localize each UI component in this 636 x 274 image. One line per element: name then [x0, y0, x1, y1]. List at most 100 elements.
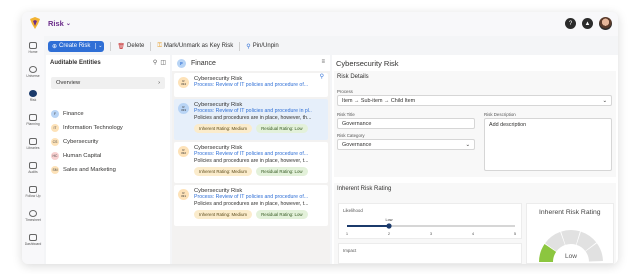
filter-icon[interactable]: ⚲ [153, 59, 157, 66]
rail-label: Risk [29, 98, 37, 102]
help-icon[interactable]: ? [565, 18, 576, 29]
risk-title-input[interactable]: Governance [337, 118, 475, 129]
impact-box: Impact [338, 243, 522, 264]
process-dropdown[interactable]: Item → Sub-item → Child Item ⌄ [337, 95, 612, 106]
entity-badge: CS [51, 138, 59, 146]
rating-chips: Inherent Rating: Medium Residual Rating:… [194, 124, 325, 133]
planning-icon [29, 114, 37, 121]
risk-card[interactable]: R 334 Cybersecurity Risk Process: Review… [174, 73, 328, 97]
entity-item-it[interactable]: IT Information Technology [51, 123, 123, 133]
entity-item-human-capital[interactable]: HC Human Capital [51, 151, 101, 161]
notification-bell-icon[interactable]: ▲ [582, 18, 593, 29]
audit-icon [29, 162, 37, 169]
risk-id-badge: R 332 [178, 146, 189, 157]
risk-title-label: Risk Title [337, 112, 355, 117]
divider [150, 41, 152, 51]
divider [110, 41, 112, 51]
chevron-down-icon: ⌄ [465, 141, 470, 148]
process-label: Process [337, 89, 353, 94]
entity-badge: IT [51, 124, 59, 132]
module-title: Risk [48, 19, 64, 28]
entity-item-finance[interactable]: F Finance [51, 109, 84, 119]
risk-card-description: Policies and procedures are in place, ho… [194, 158, 309, 164]
pin-button[interactable]: ⚲ Pin/Unpin [246, 43, 278, 50]
nav-rail: Home Universe Risk Planning Libraries Au… [22, 36, 44, 264]
risk-list-panel: F Finance ≡ R 334 Cybersecurity Risk Pro… [172, 55, 330, 264]
rail-item-timesheet[interactable]: Timesheet [22, 210, 44, 222]
follow-up-icon [29, 186, 37, 193]
slider-tooltip: Low [386, 218, 393, 222]
slider-tick-label: 4 [472, 231, 475, 236]
inherent-rating-chip: Inherent Rating: Medium [194, 167, 253, 176]
create-risk-button[interactable]: ⊕ Create Risk ⌄ [48, 40, 105, 52]
entities-actions: ⚲ ◫ [153, 59, 166, 66]
risk-card[interactable]: R 332 Cybersecurity Risk Process: Review… [174, 142, 328, 183]
rail-item-audits[interactable]: Audits [22, 162, 44, 174]
likelihood-slider[interactable]: 1 2 3 4 5 Low [339, 212, 523, 238]
entity-label: Information Technology [63, 125, 123, 131]
inherent-risk-section: Inherent Risk Rating Likelihood 1 2 3 4 5 Low… [334, 183, 616, 264]
risk-card[interactable]: R 331 Cybersecurity Risk Process: Review… [174, 185, 328, 226]
collapse-panel-icon[interactable]: ◫ [160, 59, 166, 66]
risk-card-description: Policies and procedures are in place, ho… [194, 115, 312, 121]
top-icons: ? ▲ [565, 17, 612, 30]
risk-list-header: F Finance [172, 55, 330, 71]
plus-circle-icon: ⊕ [52, 43, 58, 50]
risk-badge-number: 332 [180, 150, 186, 155]
slider-tick-label: 5 [514, 231, 517, 236]
app-logo-icon[interactable] [28, 16, 42, 30]
rail-item-planning[interactable]: Planning [22, 114, 44, 126]
rail-item-home[interactable]: Home [22, 42, 44, 54]
risk-id-badge: R 333 [178, 103, 189, 114]
inherent-rating-chip: Inherent Rating: Medium [194, 210, 253, 219]
rail-item-follow-up[interactable]: Follow Up [22, 186, 44, 198]
risk-card-process: Process: Review of IT policies and proce… [194, 151, 309, 157]
command-bar: ⊕ Create Risk ⌄ 🗑 Delete ⚿ Mark/Unmark a… [48, 40, 616, 52]
mark-key-risk-label: Mark/Unmark as Key Risk [163, 43, 234, 49]
module-switcher[interactable]: Risk ⌄ [48, 19, 71, 28]
entity-badge: F [51, 110, 59, 118]
create-risk-main: ⊕ Create Risk [48, 43, 95, 50]
entity-overview[interactable]: Overview › [51, 77, 165, 89]
rail-item-libraries[interactable]: Libraries [22, 138, 44, 150]
risk-card[interactable]: R 333 Cybersecurity Risk Process: Review… [174, 99, 328, 140]
risk-id-badge: R 334 [178, 77, 189, 88]
residual-rating-chip: Residual Rating: Low [256, 167, 308, 176]
entity-badge: HC [51, 152, 59, 160]
rail-label: Universe [26, 74, 40, 78]
risk-description-textarea[interactable]: Add description [484, 118, 612, 171]
entity-item-cybersecurity[interactable]: CS Cybersecurity [51, 137, 98, 147]
entity-item-sales-marketing[interactable]: SM Sales and Marketing [51, 165, 116, 175]
chevron-right-icon: › [158, 80, 160, 86]
entity-badge: F [177, 58, 186, 68]
slider-tick-label: 1 [346, 231, 349, 236]
filter-icon[interactable]: ≡ [321, 59, 325, 65]
risk-icon [29, 90, 37, 97]
chevron-down-icon[interactable]: ⌄ [95, 43, 104, 49]
entities-title: Auditable Entities [50, 60, 101, 66]
entity-badge: SM [51, 166, 59, 174]
entities-panel: Auditable Entities ⚲ ◫ Overview › F Fina… [46, 55, 170, 264]
rail-item-universe[interactable]: Universe [22, 66, 44, 78]
gauge-title: Inherent Risk Rating [539, 209, 601, 216]
pin-icon[interactable]: ⚲ [320, 73, 324, 80]
risk-category-dropdown[interactable]: Governance ⌄ [337, 139, 475, 150]
risk-id-badge: R 331 [178, 189, 189, 200]
home-icon [29, 42, 37, 49]
risk-description-label: Risk Description [484, 112, 516, 117]
create-risk-label: Create Risk [59, 43, 91, 49]
section-title: Inherent Risk Rating [337, 186, 392, 192]
mark-key-risk-button[interactable]: ⚿ Mark/Unmark as Key Risk [157, 43, 233, 50]
pin-label: Pin/Unpin [252, 43, 279, 49]
risk-category-value: Governance [342, 141, 372, 148]
delete-button[interactable]: 🗑 Delete [117, 43, 144, 50]
avatar[interactable] [599, 17, 612, 30]
rail-label: Planning [26, 122, 40, 126]
app-window: Risk ⌄ ? ▲ Home Universe Risk Planning L [22, 12, 618, 264]
rating-chips: Inherent Rating: Medium Residual Rating:… [194, 167, 325, 176]
rail-label: Home [28, 50, 38, 54]
trash-icon: 🗑 [117, 43, 125, 50]
rail-item-dashboard[interactable]: Dashboard [22, 234, 44, 246]
rail-item-risk[interactable]: Risk [22, 90, 44, 102]
risk-badge-number: 331 [180, 193, 186, 198]
